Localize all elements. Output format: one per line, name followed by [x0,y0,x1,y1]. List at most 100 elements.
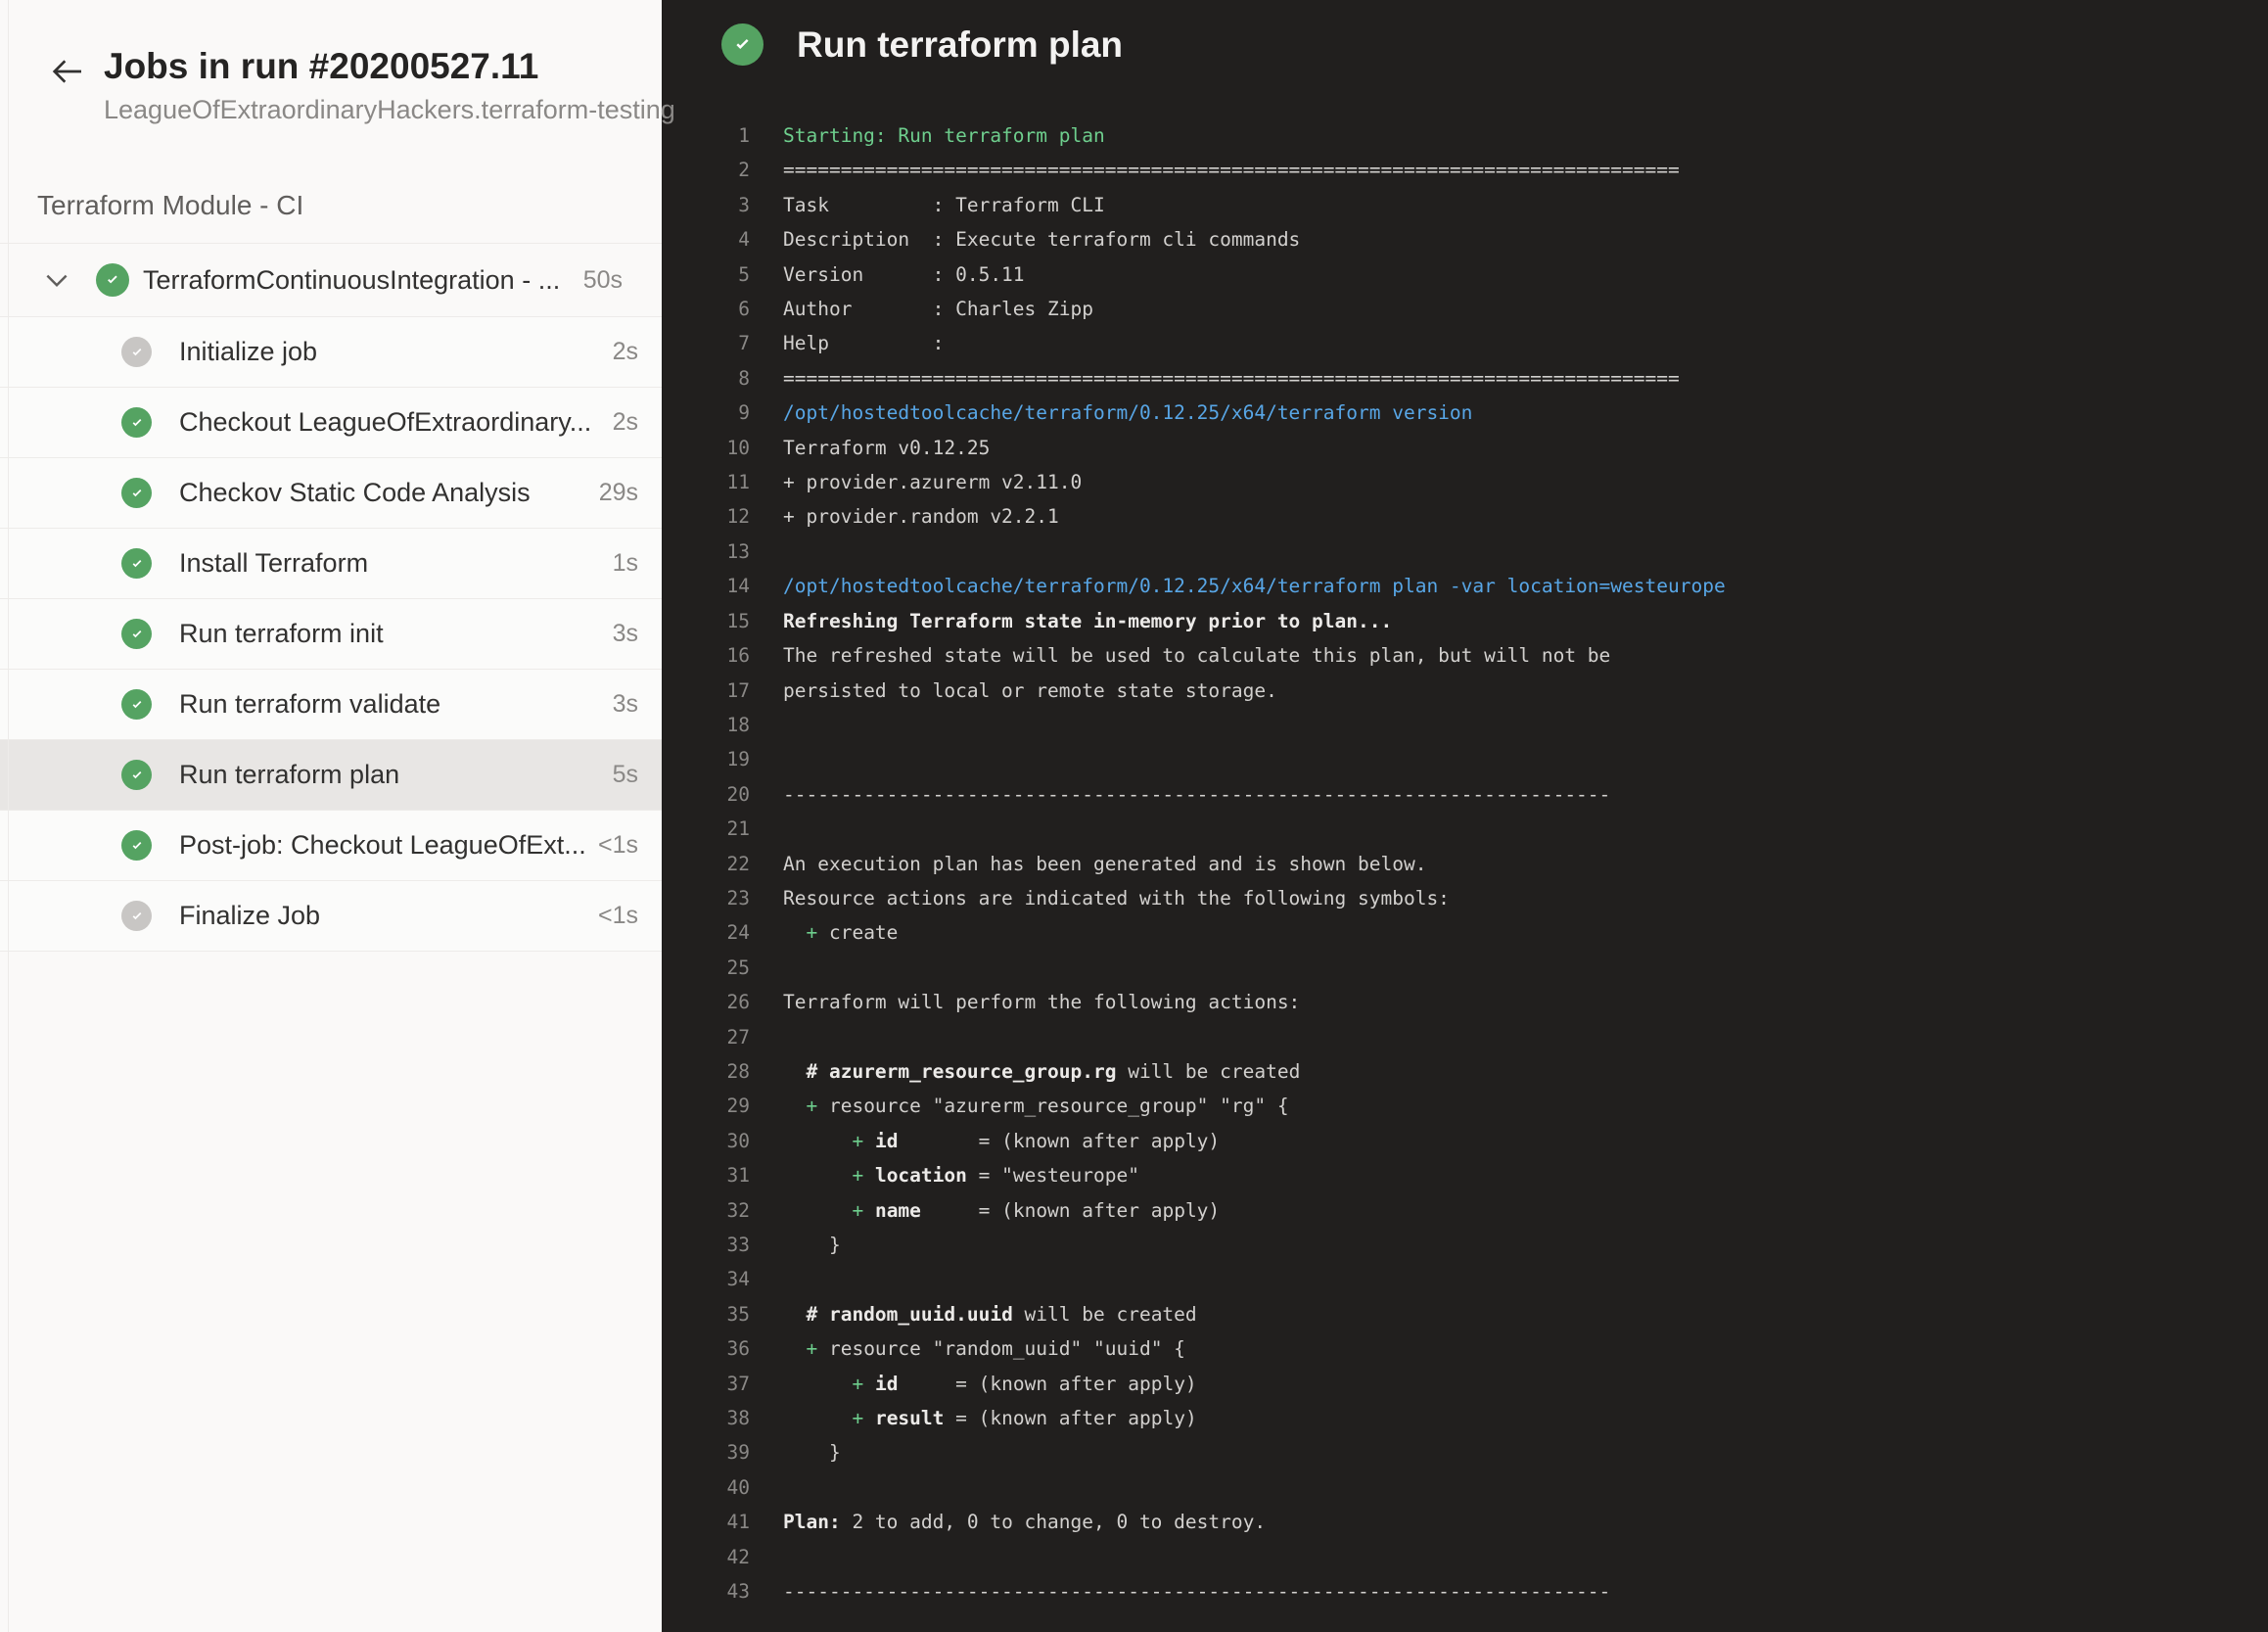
step-row[interactable]: Checkout LeagueOfExtraordinary...2s [0,388,662,458]
log-text: /opt/hostedtoolcache/terraform/0.12.25/x… [783,569,1726,603]
step-label: Finalize Job [179,901,598,931]
log-line: 17persisted to local or remote state sto… [662,674,2268,708]
log-text: + provider.azurerm v2.11.0 [783,465,1082,499]
log-segment-bold: result [875,1407,944,1429]
job-row[interactable]: TerraformContinuousIntegration - ... 50s [0,243,662,317]
step-list: Initialize job2sCheckout LeagueOfExtraor… [0,317,662,952]
log-text: + name = (known after apply) [783,1193,1220,1228]
line-number: 7 [662,326,750,360]
log-line: 38 + result = (known after apply) [662,1401,2268,1435]
line-number: 43 [662,1574,750,1609]
log-output[interactable]: 1Starting: Run terraform plan2==========… [662,118,2268,1609]
log-line: 20--------------------------------------… [662,777,2268,812]
line-number: 25 [662,951,750,985]
line-number: 24 [662,915,750,950]
log-line: 8=======================================… [662,361,2268,396]
log-line: 34 [662,1262,2268,1296]
line-number: 23 [662,881,750,915]
log-segment: create [817,921,898,944]
log-segment-bold: id [875,1373,898,1395]
step-row[interactable]: Checkov Static Code Analysis29s [0,458,662,529]
step-duration: 3s [613,690,638,719]
log-segment-bold: # azurerm_resource_group.rg [806,1060,1116,1083]
log-segment: } [783,1441,841,1464]
log-text: The refreshed state will be used to calc… [783,638,1610,673]
step-duration: <1s [598,831,638,860]
log-segment: = (known after apply) [944,1407,1196,1429]
log-text: + resource "random_uuid" "uuid" { [783,1331,1185,1366]
log-line: 16The refreshed state will be used to ca… [662,638,2268,673]
log-segment-bold: # random_uuid.uuid [806,1303,1012,1326]
log-segment: will be created [1116,1060,1300,1083]
step-row[interactable]: Initialize job2s [0,317,662,388]
step-duration: 29s [599,479,638,507]
log-segment: 2 to add, 0 to change, 0 to destroy. [841,1511,1266,1533]
stage-name: Terraform Module - CI [37,190,662,221]
step-label: Run terraform validate [179,689,613,720]
log-segment [783,1373,852,1395]
step-label: Install Terraform [179,548,613,579]
step-label: Checkout LeagueOfExtraordinary... [179,407,613,438]
log-text: + provider.random v2.2.1 [783,499,1059,534]
log-segment-green: Starting: Run terraform plan [783,124,1105,147]
line-number: 21 [662,812,750,846]
log-text: + id = (known after apply) [783,1124,1220,1158]
neutral-check-icon [121,337,152,367]
log-segment [783,1199,852,1222]
log-segment-bold: location [875,1164,967,1187]
line-number: 10 [662,431,750,465]
step-row[interactable]: Post-job: Checkout LeagueOfExt...<1s [0,811,662,881]
log-line: 27 [662,1020,2268,1054]
log-text: # random_uuid.uuid will be created [783,1297,1197,1331]
step-duration: 2s [613,408,638,437]
log-segment: An execution plan has been generated and… [783,853,1426,875]
log-segment: = "westeurope" [967,1164,1139,1187]
log-line: 29 + resource "azurerm_resource_group" "… [662,1089,2268,1123]
line-number: 19 [662,742,750,776]
log-segment-green: + [806,921,817,944]
log-line: 7 Help : [662,326,2268,360]
log-line: 25 [662,951,2268,985]
log-segment-green: + [852,1164,863,1187]
step-row[interactable]: Install Terraform1s [0,529,662,599]
log-segment: Description : Execute terraform cli comm… [783,228,1300,251]
log-line: 2=======================================… [662,153,2268,187]
log-segment-green: + [852,1407,863,1429]
log-text: Terraform v0.12.25 [783,431,990,465]
log-line: 9/opt/hostedtoolcache/terraform/0.12.25/… [662,396,2268,430]
log-segment: = (known after apply) [921,1199,1220,1222]
step-row[interactable]: Finalize Job<1s [0,881,662,952]
log-segment: ========================================… [783,159,1680,181]
log-segment [783,1407,852,1429]
line-number: 14 [662,569,750,603]
line-number: 31 [662,1158,750,1192]
log-segment-bold: id [875,1130,898,1152]
step-row[interactable]: Run terraform init3s [0,599,662,670]
log-line: 31 + location = "westeurope" [662,1158,2268,1192]
step-row[interactable]: Run terraform validate3s [0,670,662,740]
line-number: 5 [662,257,750,292]
log-segment-green: + [852,1373,863,1395]
success-check-icon [121,478,152,508]
chevron-down-icon[interactable] [43,266,70,294]
line-number: 30 [662,1124,750,1158]
step-row[interactable]: Run terraform plan5s [0,740,662,811]
line-number: 32 [662,1193,750,1228]
neutral-check-icon [121,901,152,931]
log-text: ----------------------------------------… [783,777,1610,812]
line-number: 36 [662,1331,750,1366]
log-line: 26Terraform will perform the following a… [662,985,2268,1019]
line-number: 8 [662,361,750,396]
log-line: 21 [662,812,2268,846]
log-panel: Run terraform plan 1Starting: Run terraf… [662,0,2268,1632]
log-segment-green: + [852,1130,863,1152]
log-segment [863,1373,875,1395]
log-line: 39 } [662,1435,2268,1469]
log-line: 5Version : 0.5.11 [662,257,2268,292]
line-number: 11 [662,465,750,499]
success-check-icon [121,619,152,649]
log-segment [863,1130,875,1152]
back-button[interactable] [45,51,88,94]
log-segment: Help : [783,332,944,354]
log-segment: Terraform will perform the following act… [783,991,1300,1013]
